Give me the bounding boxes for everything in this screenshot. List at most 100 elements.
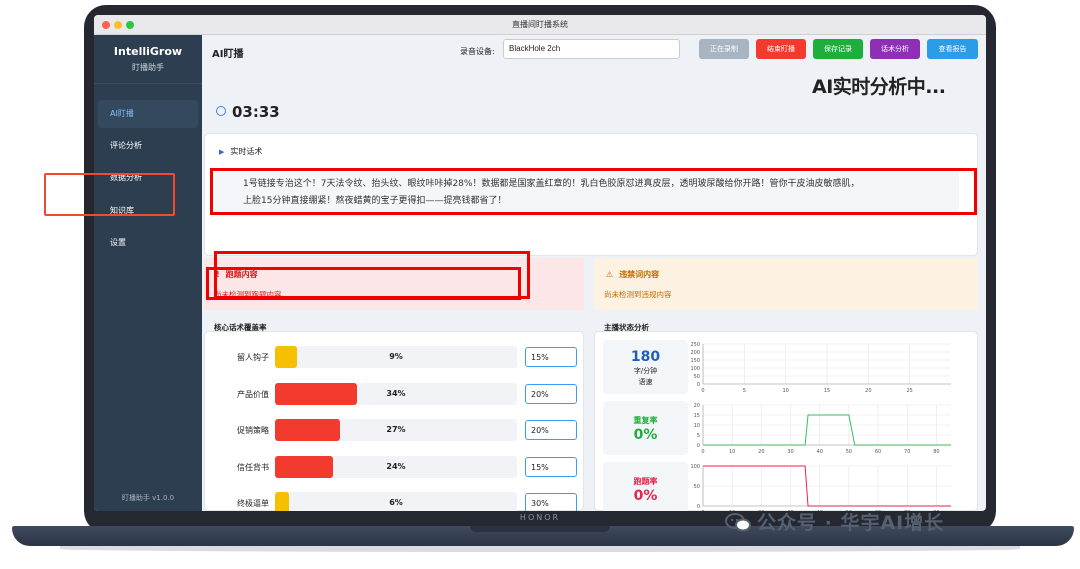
speech-rate-stat: 180 字/分钟 语速	[603, 340, 688, 394]
session-timer: 03:33	[216, 103, 280, 121]
laptop-notch	[470, 526, 610, 532]
x-tick-label: 5	[743, 388, 746, 394]
coverage-target-input[interactable]: 20%	[525, 420, 577, 440]
y-tick-label: 50	[694, 484, 700, 490]
y-tick-label: 100	[690, 464, 700, 470]
coverage-bar-track: 6%	[275, 492, 517, 511]
x-tick-label: 20	[758, 449, 764, 455]
recording-status-button[interactable]: 正在录制	[699, 39, 749, 59]
speech-rate-value: 180	[630, 349, 661, 365]
coverage-row: 产品价值 34% 20%	[205, 383, 585, 405]
coverage-percent: 27%	[386, 425, 406, 434]
speech-rate-label: 语速	[638, 378, 653, 386]
laptop-mockup: HONOR 直播间盯播系统 IntelliGrow 盯播助手 AI盯播 评论分析…	[0, 0, 1080, 569]
view-report-button[interactable]: 查看报告	[927, 39, 978, 59]
x-tick-label: 40	[817, 449, 823, 455]
y-tick-label: 50	[694, 374, 700, 380]
coverage-target-input[interactable]: 20%	[525, 384, 577, 404]
page-title: AI盯播	[212, 49, 244, 60]
coverage-target-input[interactable]: 15%	[525, 457, 577, 477]
y-tick-label: 0	[697, 504, 700, 510]
timer-value: 03:33	[232, 103, 280, 121]
x-tick-label: 10	[729, 510, 735, 511]
x-tick-label: 0	[701, 510, 704, 511]
x-tick-label: 30	[787, 449, 793, 455]
coverage-target-input[interactable]: 15%	[525, 347, 577, 367]
x-tick-label: 50	[846, 449, 852, 455]
coverage-percent: 6%	[389, 498, 403, 507]
coverage-percent: 24%	[386, 462, 406, 471]
y-tick-label: 0	[697, 443, 700, 449]
banned-words-alert-body: 尚未检测到违规内容	[604, 290, 672, 299]
view-report-label: 查看报告	[938, 45, 967, 53]
realtime-script-header[interactable]: ▶ 实时话术	[219, 146, 262, 157]
coverage-row-label: 留人钩子	[237, 353, 269, 362]
series-line	[703, 414, 951, 446]
app-name: IntelliGrow	[113, 45, 183, 58]
y-tick-label: 200	[690, 350, 700, 356]
coverage-row-label: 促销策略	[237, 426, 269, 435]
coverage-row: 留人钩子 9% 15%	[205, 346, 585, 368]
end-monitor-button[interactable]: 结束盯播	[756, 39, 806, 59]
off-topic-rate-value: 0%	[633, 488, 658, 504]
coverage-row: 终极逼单 6% 30%	[205, 492, 585, 511]
recording-status-label: 正在录制	[710, 45, 738, 53]
app-logo: IntelliGrow 盯播助手	[94, 41, 202, 79]
window-title: 直播间盯播系统	[512, 20, 568, 29]
x-tick-label: 80	[933, 449, 939, 455]
y-tick-label: 250	[690, 342, 700, 348]
knowledge-base-highlight-box	[44, 173, 175, 216]
realtime-script-title: 实时话术	[230, 147, 263, 156]
coverage-card: 留人钩子 9% 15% 产品价值 34% 20% 促销策略 27% 20% 信任…	[204, 331, 584, 511]
coverage-row-label: 终极逼单	[237, 499, 269, 508]
off-topic-rate-stat: 跑题率 0%	[603, 462, 688, 511]
sidebar-item-ai-monitor[interactable]: AI盯播	[98, 100, 198, 128]
x-tick-label: 10	[782, 388, 788, 394]
coverage-row-label: 信任背书	[237, 463, 269, 472]
app-version: 盯播助手 v1.0.0	[121, 494, 175, 502]
transcript-highlight-box	[210, 168, 977, 215]
repeat-rate-stat: 重复率 0%	[603, 401, 688, 455]
coverage-row: 促销策略 27% 20%	[205, 419, 585, 441]
recording-device-select[interactable]: BlackHole 2ch	[503, 39, 680, 59]
banned-words-title-text: 违禁词内容	[619, 270, 660, 279]
y-tick-label: 100	[690, 366, 700, 372]
anchor-status-card: 180 字/分钟 语速 重复率 0% 跑题率 0% 0 50 100 150 200 25…	[594, 331, 978, 511]
save-record-button[interactable]: 保存记录	[813, 39, 863, 59]
wechat-icon	[725, 513, 751, 532]
x-tick-label: 70	[904, 449, 910, 455]
x-tick-label: 60	[875, 449, 881, 455]
repeat-rate-value: 0%	[633, 427, 658, 443]
banned-words-alert: ⚠ 违禁词内容 尚未检测到违规内容	[594, 258, 978, 310]
clock-icon	[216, 106, 226, 116]
speech-rate-unit: 字/分钟	[633, 367, 658, 375]
sidebar-item-comment-analysis[interactable]: 评论分析	[98, 132, 198, 160]
warning-icon: ⚠	[606, 270, 614, 279]
coverage-bar-track: 24%	[275, 456, 517, 478]
title-bar: 直播间盯播系统	[94, 15, 986, 35]
banned-words-alert-title: ⚠ 违禁词内容	[606, 269, 659, 280]
analysis-status-text: AI实时分析中...	[812, 76, 946, 98]
off-topic-rate-chart: 05010001020304050607080	[690, 464, 951, 511]
repeat-rate-chart: 0 5 10 15 20 0 10 20 30 40 50 60 70 80	[694, 403, 951, 455]
coverage-percent: 34%	[386, 389, 406, 398]
x-tick-label: 0	[701, 449, 704, 455]
coverage-percent: 9%	[389, 352, 403, 361]
x-tick-label: 15	[824, 388, 830, 394]
script-analysis-button[interactable]: 话术分析	[870, 39, 920, 59]
off-topic-rate-label: 跑题率	[633, 477, 658, 486]
coverage-row-label: 产品价值	[237, 390, 269, 399]
save-record-label: 保存记录	[824, 45, 852, 53]
sidebar: IntelliGrow 盯播助手 AI盯播 评论分析 数据分析 知识库 设置 盯…	[94, 35, 202, 511]
coverage-target-input[interactable]: 30%	[525, 493, 577, 511]
coverage-row: 信任背书 24% 15%	[205, 456, 585, 478]
x-tick-label: 25	[906, 388, 912, 394]
sidebar-item-settings[interactable]: 设置	[98, 229, 198, 257]
y-tick-label: 5	[697, 433, 700, 439]
y-tick-label: 10	[694, 423, 700, 429]
y-tick-label: 15	[694, 413, 700, 419]
repeat-rate-label: 重复率	[633, 416, 658, 425]
y-tick-label: 20	[694, 403, 700, 409]
sidebar-divider	[94, 83, 202, 84]
x-tick-label: 10	[729, 449, 735, 455]
